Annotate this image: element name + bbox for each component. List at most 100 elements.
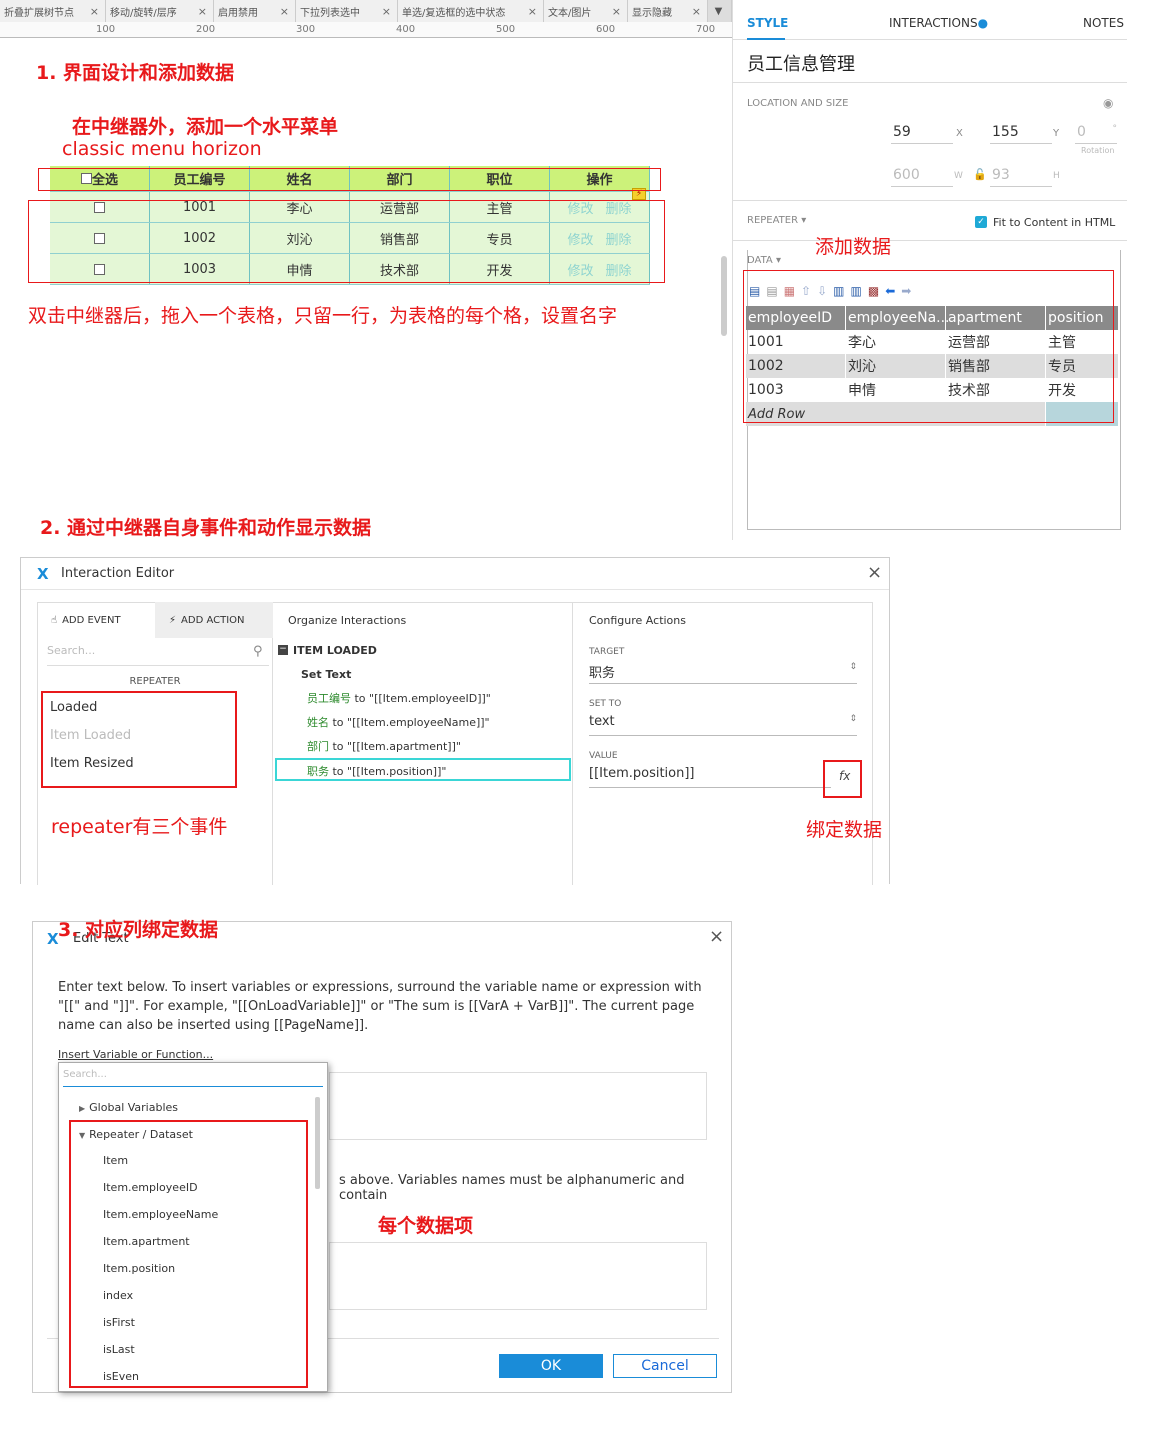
ruler-tick: 600 <box>596 24 616 35</box>
close-icon[interactable]: × <box>280 5 289 18</box>
close-icon[interactable]: × <box>867 562 882 583</box>
repeater-section-label: REPEATER <box>129 676 181 687</box>
step3-heading: 3. 对应列绑定数据 <box>58 919 219 941</box>
event-title[interactable]: ITEM LOADED <box>293 644 377 657</box>
rotation-value: 0 <box>1077 124 1086 140</box>
instructions: Enter text below. To insert variables or… <box>58 980 702 1033</box>
target-select[interactable]: 职务 ⇕ <box>589 662 857 684</box>
function-icon[interactable]: fx <box>839 769 850 783</box>
w-label: W <box>954 171 963 181</box>
action-row[interactable]: 姓名 to "[[Item.employeeName]]" <box>307 714 490 730</box>
lock-icon[interactable]: 🔓 <box>973 168 987 181</box>
add-event-tab[interactable]: ☝ ADD EVENT <box>37 602 155 638</box>
cursor-icon: ☝ <box>51 614 58 626</box>
items-note: 每个数据项 <box>378 1215 474 1237</box>
tree-global-variables[interactable]: ▶ Global Variables <box>79 1101 178 1114</box>
tab-style[interactable]: STYLE <box>747 16 788 30</box>
collapse-icon[interactable]: − <box>278 645 288 655</box>
fit-checkbox[interactable]: ✓ <box>975 216 987 228</box>
tab-label: INTERACTIONS <box>889 16 978 30</box>
highlight-menu <box>38 168 661 191</box>
tab-label: ADD ACTION <box>181 614 245 626</box>
rotation-input[interactable]: 0 ° <box>1075 124 1117 144</box>
value-input[interactable]: [[Item.position]] <box>589 766 831 788</box>
action-target: 职务 <box>307 765 329 778</box>
dialog-title: Interaction Editor <box>61 566 175 581</box>
text-area[interactable] <box>329 1072 707 1140</box>
ok-button[interactable]: OK <box>499 1354 603 1378</box>
tab-interactions[interactable]: INTERACTIONS● <box>889 16 988 30</box>
local-vars-area[interactable] <box>329 1242 707 1310</box>
widget-name[interactable]: 员工信息管理 <box>747 50 855 76</box>
updown-icon: ⇕ <box>849 662 857 672</box>
close-icon[interactable]: × <box>709 926 724 947</box>
variable-search-input[interactable]: Search... <box>63 1069 323 1087</box>
tab-label: 下拉列表选中 <box>300 7 360 19</box>
h-label: H <box>1053 171 1060 181</box>
menu-note: 在中继器外，添加一个水平菜单 <box>72 116 339 138</box>
y-input[interactable]: 155 <box>990 124 1052 144</box>
bind-note: 绑定数据 <box>806 819 883 841</box>
step1-heading: 1. 界面设计和添加数据 <box>36 62 235 84</box>
location-label: LOCATION AND SIZE <box>747 98 849 109</box>
tab-move[interactable]: 移动/旋转/层序 × <box>106 0 214 22</box>
action-value: to "[[Item.employeeName]]" <box>329 716 490 729</box>
highlight-repeater <box>28 200 665 283</box>
close-icon[interactable]: × <box>382 5 391 18</box>
y-label: Y <box>1053 128 1060 139</box>
highlight-data <box>743 270 1114 423</box>
close-icon[interactable]: × <box>612 5 621 18</box>
close-icon[interactable]: × <box>198 5 207 18</box>
setto-select[interactable]: text ⇕ <box>589 714 857 736</box>
tab-dropdown[interactable]: 下拉列表选中 × <box>296 0 398 22</box>
setto-value: text <box>589 714 615 729</box>
dot-icon: ● <box>977 16 989 30</box>
search-icon[interactable]: ⚲ <box>253 644 263 659</box>
highlight-variables <box>69 1120 308 1388</box>
ruler-tick: 200 <box>196 24 216 35</box>
add-data-note: 添加数据 <box>815 236 892 258</box>
x-label: X <box>956 128 963 139</box>
event-search-input[interactable]: Search... <box>47 644 269 666</box>
target-label: TARGET <box>589 647 625 657</box>
tab-enable[interactable]: 启用禁用 × <box>214 0 296 22</box>
eye-icon[interactable]: ◉ <box>1103 96 1113 110</box>
action-value: to "[[Item.position]]" <box>329 765 447 778</box>
fit-label: Fit to Content in HTML <box>993 216 1116 229</box>
repeater-section[interactable]: REPEATER ▾ <box>747 215 806 226</box>
action-value: to "[[Item.employeeID]]" <box>351 692 491 705</box>
menu-name: classic menu horizon <box>62 138 262 160</box>
action-row-selected[interactable]: 职务 to "[[Item.position]]" <box>307 763 446 779</box>
close-icon[interactable]: × <box>692 5 701 18</box>
target-value: 职务 <box>589 666 616 681</box>
h-input[interactable]: 93 <box>990 167 1052 187</box>
table-note: 双击中继器后，拖入一个表格，只留一行，为表格的每个格，设置名字 <box>28 305 618 327</box>
divider <box>733 82 1127 83</box>
w-input[interactable]: 600 <box>891 167 953 187</box>
tab-overflow-button[interactable]: ▼ <box>708 0 732 22</box>
chevron-down-icon: ▼ <box>714 5 723 17</box>
add-action-tab[interactable]: ⚡ ADD ACTION <box>155 602 273 638</box>
close-icon[interactable]: × <box>90 5 99 18</box>
tree-label: Global Variables <box>89 1101 179 1114</box>
configure-column <box>573 602 873 885</box>
tab-fold[interactable]: 折叠扩展树节点 × <box>0 0 106 22</box>
x-input[interactable]: 59 <box>891 124 953 144</box>
action-row[interactable]: 员工编号 to "[[Item.employeeID]]" <box>307 690 491 706</box>
tab-notes[interactable]: NOTES <box>1083 16 1124 30</box>
configure-header: Configure Actions <box>589 614 686 627</box>
tab-text-image[interactable]: 文本/图片 × <box>544 0 628 22</box>
dropdown-scrollbar[interactable] <box>315 1097 320 1189</box>
action-title[interactable]: Set Text <box>301 668 351 681</box>
tab-show-hide[interactable]: 显示隐藏 × <box>628 0 708 22</box>
tab-label: 文本/图片 <box>548 7 592 19</box>
action-target: 部门 <box>307 740 329 753</box>
events-note: repeater有三个事件 <box>51 816 228 838</box>
close-icon[interactable]: × <box>528 5 537 18</box>
insert-variable-link[interactable]: Insert Variable or Function... <box>58 1048 213 1061</box>
cancel-button[interactable]: Cancel <box>613 1354 717 1378</box>
action-row[interactable]: 部门 to "[[Item.apartment]]" <box>307 738 461 754</box>
canvas-scrollbar[interactable] <box>721 256 727 336</box>
tab-radio[interactable]: 单选/复选框的选中状态 × <box>398 0 544 22</box>
tab-indicator <box>747 38 785 40</box>
